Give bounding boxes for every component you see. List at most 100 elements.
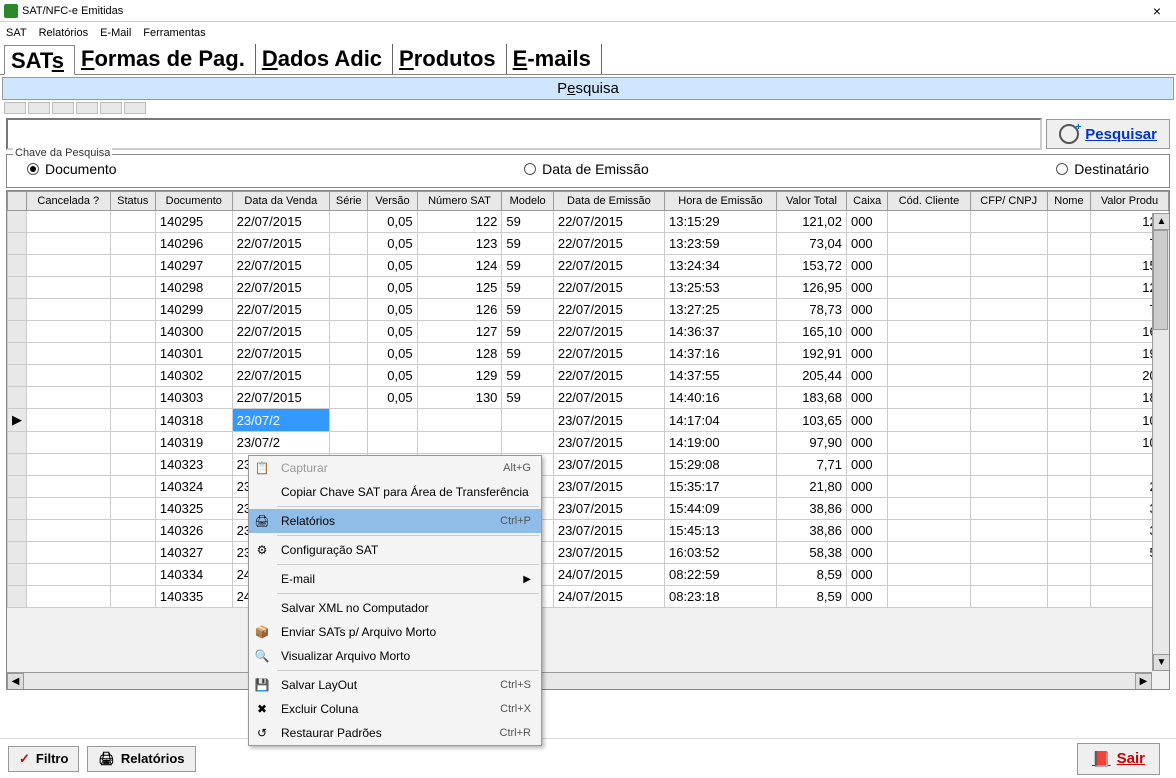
- cell[interactable]: 153,72: [776, 255, 846, 277]
- cell[interactable]: [1047, 211, 1090, 233]
- table-row[interactable]: 14030322/07/20150,051305922/07/201514:40…: [8, 387, 1169, 409]
- cell[interactable]: 22/07/2015: [553, 277, 664, 299]
- col-header[interactable]: CFP/ CNPJ: [970, 192, 1047, 211]
- cell[interactable]: [110, 211, 155, 233]
- scroll-right-icon[interactable]: ▶: [1135, 673, 1152, 690]
- scroll-thumb[interactable]: [1153, 230, 1168, 330]
- cell[interactable]: [27, 498, 111, 520]
- cell[interactable]: [330, 233, 368, 255]
- cell[interactable]: [27, 586, 111, 608]
- cell[interactable]: 15:44:09: [664, 498, 776, 520]
- tiny-btn[interactable]: [28, 102, 50, 114]
- context-item-salvar-layout[interactable]: 💾Salvar LayOutCtrl+S: [249, 673, 541, 697]
- scroll-down-icon[interactable]: ▼: [1153, 654, 1170, 671]
- cell[interactable]: 15:29:08: [664, 454, 776, 476]
- cell[interactable]: [888, 586, 970, 608]
- cell[interactable]: [888, 255, 970, 277]
- col-header[interactable]: Hora de Emissão: [664, 192, 776, 211]
- cell[interactable]: 8,59: [776, 586, 846, 608]
- context-menu[interactable]: 📋CapturarAlt+GCopiar Chave SAT para Área…: [248, 455, 542, 746]
- context-item-relat-rios[interactable]: 🖨RelatóriosCtrl+P: [249, 509, 541, 533]
- cell[interactable]: 140301: [155, 343, 232, 365]
- cell[interactable]: [970, 409, 1047, 432]
- col-header[interactable]: Cód. Cliente: [888, 192, 970, 211]
- col-header[interactable]: Data da Venda: [232, 192, 329, 211]
- cell[interactable]: 13:24:34: [664, 255, 776, 277]
- cell[interactable]: [27, 277, 111, 299]
- close-button[interactable]: ×: [1142, 3, 1172, 19]
- cell[interactable]: [1047, 432, 1090, 454]
- cell[interactable]: [1047, 542, 1090, 564]
- cell[interactable]: 140325: [155, 498, 232, 520]
- cell[interactable]: [27, 454, 111, 476]
- cell[interactable]: 000: [846, 321, 887, 343]
- cell[interactable]: [27, 365, 111, 387]
- cell[interactable]: [970, 365, 1047, 387]
- cell[interactable]: [110, 542, 155, 564]
- context-item-restaurar-padr-es[interactable]: ↺Restaurar PadrõesCtrl+R: [249, 721, 541, 745]
- col-header[interactable]: Versão: [368, 192, 417, 211]
- cell[interactable]: [970, 343, 1047, 365]
- cell[interactable]: 000: [846, 520, 887, 542]
- table-row[interactable]: 14029522/07/20150,051225922/07/201513:15…: [8, 211, 1169, 233]
- cell[interactable]: [27, 211, 111, 233]
- cell[interactable]: 22/07/2015: [553, 211, 664, 233]
- cell[interactable]: 13:25:53: [664, 277, 776, 299]
- cell[interactable]: [330, 255, 368, 277]
- tiny-btn[interactable]: [52, 102, 74, 114]
- cell[interactable]: [888, 277, 970, 299]
- cell[interactable]: 140324: [155, 476, 232, 498]
- cell[interactable]: [110, 321, 155, 343]
- cell[interactable]: [110, 343, 155, 365]
- cell[interactable]: 127: [417, 321, 502, 343]
- cell[interactable]: [417, 432, 502, 454]
- cell[interactable]: 23/07/2015: [553, 432, 664, 454]
- cell[interactable]: 59: [502, 299, 553, 321]
- search-button[interactable]: Pesquisar: [1046, 119, 1170, 149]
- cell[interactable]: 13:15:29: [664, 211, 776, 233]
- cell[interactable]: [1047, 255, 1090, 277]
- cell[interactable]: 126,95: [776, 277, 846, 299]
- radio-data-de-emissão[interactable]: Data de Emissão: [524, 161, 649, 177]
- cell[interactable]: [110, 387, 155, 409]
- tab-1[interactable]: Formas de Pag.: [75, 44, 256, 74]
- cell[interactable]: 14:36:37: [664, 321, 776, 343]
- cell[interactable]: 59: [502, 233, 553, 255]
- table-row[interactable]: 14029822/07/20150,051255922/07/201513:25…: [8, 277, 1169, 299]
- cell[interactable]: [970, 454, 1047, 476]
- cell[interactable]: [330, 365, 368, 387]
- col-header[interactable]: Modelo: [502, 192, 553, 211]
- cell[interactable]: [110, 586, 155, 608]
- cell[interactable]: 21,80: [776, 476, 846, 498]
- cell[interactable]: [888, 299, 970, 321]
- cell[interactable]: 13:27:25: [664, 299, 776, 321]
- col-header[interactable]: Documento: [155, 192, 232, 211]
- cell[interactable]: [970, 211, 1047, 233]
- cell[interactable]: 000: [846, 432, 887, 454]
- cell[interactable]: 0,05: [368, 299, 417, 321]
- cell[interactable]: [888, 233, 970, 255]
- cell[interactable]: [330, 432, 368, 454]
- col-header[interactable]: Status: [110, 192, 155, 211]
- cell[interactable]: 14:37:16: [664, 343, 776, 365]
- menu-ferramentas[interactable]: Ferramentas: [143, 27, 205, 39]
- cell[interactable]: 22/07/2015: [232, 233, 329, 255]
- cell[interactable]: [970, 387, 1047, 409]
- cell[interactable]: [27, 343, 111, 365]
- cell[interactable]: 000: [846, 211, 887, 233]
- cell[interactable]: 14:17:04: [664, 409, 776, 432]
- cell[interactable]: [110, 498, 155, 520]
- cell[interactable]: [27, 432, 111, 454]
- cell[interactable]: [888, 476, 970, 498]
- filtro-button[interactable]: ✓ Filtro: [8, 746, 79, 772]
- cell[interactable]: [970, 321, 1047, 343]
- cell[interactable]: [1047, 277, 1090, 299]
- cell[interactable]: [970, 586, 1047, 608]
- table-row[interactable]: 14029622/07/20150,051235922/07/201513:23…: [8, 233, 1169, 255]
- cell[interactable]: 000: [846, 255, 887, 277]
- cell[interactable]: 22/07/2015: [553, 387, 664, 409]
- cell[interactable]: [330, 211, 368, 233]
- table-row[interactable]: 14033424/07/224/07/201508:22:598,590008: [8, 564, 1169, 586]
- context-item-e-mail[interactable]: E-mail▶: [249, 567, 541, 591]
- cell[interactable]: 22/07/2015: [553, 343, 664, 365]
